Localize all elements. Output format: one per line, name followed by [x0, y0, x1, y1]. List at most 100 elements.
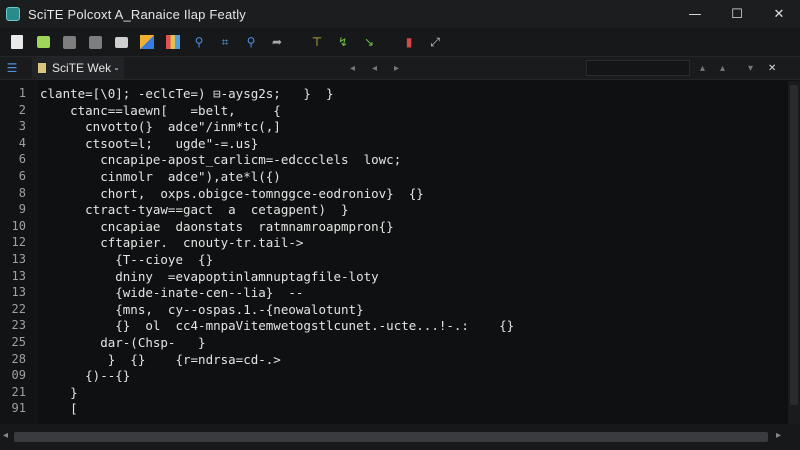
- code-text: cncapiae daonstats ratmnamroapmpron{}: [40, 218, 394, 234]
- code-text: ctsoot=l; ugde"-=.us}: [40, 135, 259, 151]
- code-line[interactable]: 6 cncapipe-apost_carlicm=-edccclels lowc…: [0, 151, 788, 168]
- code-text: clante=[\0]; -eclcTe=) ⊟-aysg2s; } }: [40, 86, 334, 101]
- code-text: {wide-inate-cen--lia} --: [40, 285, 311, 301]
- go-icon[interactable]: ↯: [334, 33, 352, 51]
- grid-icon[interactable]: ⌗: [216, 33, 234, 51]
- search-user-icon[interactable]: ⚲: [190, 33, 208, 51]
- window-controls: — ☐ ✕: [674, 0, 800, 28]
- code-text: cnvotto(} adce"/inm*tc(,]: [40, 119, 281, 135]
- line-number: 2: [18, 102, 26, 117]
- code-text: cinmolr adce"),ate*l({): [40, 169, 281, 184]
- minimize-button[interactable]: —: [674, 0, 716, 28]
- code-text: [: [40, 401, 78, 417]
- line-number: 3: [18, 119, 26, 134]
- wand-icon[interactable]: ⤢: [426, 33, 444, 51]
- save-icon[interactable]: [60, 33, 78, 51]
- arrow-icon[interactable]: ➦: [268, 33, 286, 51]
- code-line[interactable]: 09 {)--{}: [0, 367, 788, 384]
- line-number: 25: [11, 335, 26, 349]
- tab-close-button[interactable]: ✕: [768, 57, 776, 79]
- new-file-icon[interactable]: [8, 33, 26, 51]
- tab-nav-next[interactable]: ▸: [394, 57, 399, 79]
- code-line[interactable]: 9 ctract-tyaw==gact a cetagpent) }: [0, 201, 788, 218]
- code-line[interactable]: 6 cinmolr adce"),ate*l({): [0, 168, 788, 185]
- code-line[interactable]: 25 dar-(Chsp- }: [0, 334, 788, 351]
- line-number: 6: [18, 152, 26, 167]
- code-line[interactable]: 22 {mns, cy--ospas.1.-{neowalotunt}: [0, 301, 788, 318]
- stop-icon[interactable]: ↘: [360, 33, 378, 51]
- tab-list-icon[interactable]: ☰: [0, 61, 24, 75]
- vertical-scrollbar[interactable]: [788, 81, 800, 424]
- code-text: cftapier. cnouty-tr.tail->: [40, 235, 304, 251]
- code-text: {)--{}: [40, 368, 131, 384]
- build-icon[interactable]: ⊤: [308, 33, 326, 51]
- tab-nav-prev[interactable]: ◂: [372, 57, 377, 79]
- tab-scroll-up[interactable]: ▴: [700, 57, 705, 79]
- tab-scite[interactable]: SciTE We⁠k -: [32, 57, 125, 79]
- line-number: 6: [18, 169, 26, 183]
- code-line[interactable]: 23 {} ol cc4-mnpaVitemwetogstlcunet.-uct…: [0, 317, 788, 334]
- chart-icon[interactable]: ▮: [400, 33, 418, 51]
- code-editor[interactable]: 1 clante=[\0]; -eclcTe=) ⊟-aysg2s; } } 2 c…: [0, 81, 788, 424]
- code-line[interactable]: 13 dniny =evapoptinlamnuptagfile-loty: [0, 268, 788, 285]
- line-number: 1: [18, 86, 26, 100]
- open-file-icon[interactable]: [34, 33, 52, 51]
- scroll-right-icon[interactable]: ▸: [776, 430, 781, 441]
- line-number: 91: [11, 401, 26, 416]
- line-number: 13: [11, 268, 26, 283]
- code-line[interactable]: 13 {wide-inate-cen--lia} --: [0, 284, 788, 301]
- code-text: {T--cioye {}: [40, 252, 214, 267]
- line-number: 09: [11, 368, 26, 383]
- color-icon[interactable]: [138, 33, 156, 51]
- code-text: {mns, cy--ospas.1.-{neowalotunt}: [40, 301, 364, 317]
- tab-label: SciTE We⁠k -: [52, 61, 119, 75]
- code-text: ctanc==laewn[ =belt, {: [40, 102, 281, 118]
- app-icon: [6, 7, 20, 21]
- line-number: 22: [11, 301, 26, 316]
- print-icon[interactable]: [112, 33, 130, 51]
- line-number: 23: [11, 318, 26, 333]
- toolbar: ⚲ ⌗ ⚲ ➦ ⊤ ↯ ↘ ▮ ⤢: [0, 28, 800, 56]
- code-line[interactable]: 12 cftapier. cnouty-tr.tail->: [0, 234, 788, 251]
- code-text: {} ol cc4-mnpaVitemwetogstlcunet.-ucte..…: [40, 318, 515, 334]
- code-line[interactable]: 13 {T--cioye {}: [0, 251, 788, 268]
- file-icon: [38, 63, 46, 73]
- tab-search-field[interactable]: [586, 60, 690, 76]
- horizontal-scrollbar[interactable]: ◂ ▸: [0, 424, 800, 450]
- tab-nav-left[interactable]: ◂: [350, 57, 355, 79]
- code-line[interactable]: 2 ctanc==laewn[ =belt, {: [0, 102, 788, 119]
- code-text: dniny =evapoptinlamnuptagfile-loty: [40, 268, 379, 284]
- code-text: cncapipe-apost_carlicm=-edccclels lowc;: [40, 152, 402, 168]
- tab-dropdown[interactable]: ▾: [748, 57, 753, 79]
- code-line[interactable]: 1 clante=[\0]; -eclcTe=) ⊟-aysg2s; } }: [0, 85, 788, 102]
- code-text: chort, oxps.obigce-tomnggce-eodroniov} {…: [40, 185, 424, 201]
- toolbar-separator: [294, 33, 300, 51]
- code-text: ctract-tyaw==gact a cetagpent) }: [40, 202, 349, 218]
- line-number: 10: [11, 218, 26, 233]
- maximize-button[interactable]: ☐: [716, 0, 758, 28]
- code-line[interactable]: 28 } {} {r=ndrsa=cd-.>: [0, 351, 788, 368]
- window-title: SciTE Polcoxt A_Ranaice Ilap Featly: [28, 6, 246, 22]
- code-text: dar-(Chsp- }: [40, 335, 206, 350]
- vertical-scroll-thumb[interactable]: [790, 85, 798, 405]
- tab-scroll-down[interactable]: ▴: [720, 57, 725, 79]
- line-number: 13: [11, 285, 26, 300]
- code-line[interactable]: 91 [: [0, 400, 788, 417]
- code-line[interactable]: 4 ctsoot=l; ugde"-=.us}: [0, 135, 788, 152]
- code-line[interactable]: 8 chort, oxps.obigce-tomnggce-eodroniov}…: [0, 185, 788, 202]
- line-number: 12: [11, 235, 26, 250]
- line-number: 9: [18, 202, 26, 217]
- code-line[interactable]: 21 }: [0, 384, 788, 401]
- line-number: 8: [18, 185, 26, 200]
- find-icon[interactable]: ⚲: [242, 33, 260, 51]
- code-line[interactable]: 10 cncapiae daonstats ratmnamroapmpron{}: [0, 218, 788, 235]
- title-bar: SciTE Polcoxt A_Ranaice Ilap Featly — ☐ …: [0, 0, 800, 28]
- code-line[interactable]: 3 cnvotto(} adce"/inm*tc(,]: [0, 118, 788, 135]
- folder-icon[interactable]: [86, 33, 104, 51]
- stack-icon[interactable]: [164, 33, 182, 51]
- horizontal-scroll-thumb[interactable]: [14, 432, 768, 442]
- line-number: 28: [11, 351, 26, 366]
- scroll-left-icon[interactable]: ◂: [3, 430, 8, 441]
- code-text: }: [40, 384, 78, 400]
- close-button[interactable]: ✕: [758, 0, 800, 28]
